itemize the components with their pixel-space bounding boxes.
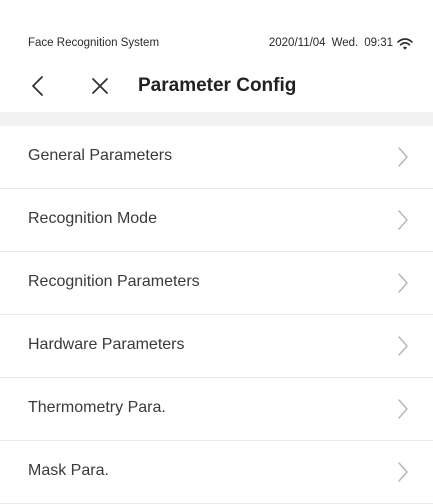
section-divider	[0, 112, 433, 126]
menu-item-hardware-parameters[interactable]: Hardware Parameters	[0, 315, 433, 378]
menu-item-recognition-mode[interactable]: Recognition Mode	[0, 189, 433, 252]
title-bar: Parameter Config	[0, 58, 433, 114]
back-arrow-icon	[32, 76, 43, 96]
chevron-right-icon	[398, 462, 408, 482]
menu-item-label: Thermometry Para.	[28, 399, 166, 416]
status-weekday: Wed.	[331, 37, 359, 49]
menu-item-label: Hardware Parameters	[28, 336, 185, 353]
menu-item-label: General Parameters	[28, 147, 173, 164]
status-datetime: 2020/11/04 Wed. 09:31	[269, 37, 393, 49]
close-icon	[92, 78, 108, 94]
back-button[interactable]	[24, 72, 52, 100]
wifi-icon	[397, 38, 413, 50]
status-date: 2020/11/04	[268, 37, 326, 49]
menu-item-label: Mask Para.	[28, 462, 109, 479]
close-button[interactable]	[86, 72, 114, 100]
chevron-right-icon	[398, 210, 408, 230]
screen: Face Recognition System 2020/11/04 Wed. 09…	[0, 0, 433, 504]
menu-item-label: Recognition Parameters	[28, 273, 200, 290]
chevron-right-icon	[398, 273, 408, 293]
page-title: Parameter Config	[138, 75, 297, 96]
chevron-right-icon	[398, 399, 408, 419]
status-app-name: Face Recognition System	[28, 37, 160, 49]
menu-item-label: Recognition Mode	[28, 210, 157, 227]
parameter-menu-list: General Parameters Recognition Mode Reco…	[0, 126, 433, 504]
menu-item-recognition-parameters[interactable]: Recognition Parameters	[0, 252, 433, 315]
chevron-right-icon	[398, 147, 408, 167]
menu-item-thermometry-para[interactable]: Thermometry Para.	[0, 378, 433, 441]
status-time: 09:31	[364, 37, 393, 49]
status-bar: Face Recognition System 2020/11/04 Wed. 09…	[0, 0, 433, 50]
menu-item-general-parameters[interactable]: General Parameters	[0, 126, 433, 189]
chevron-right-icon	[398, 336, 408, 356]
